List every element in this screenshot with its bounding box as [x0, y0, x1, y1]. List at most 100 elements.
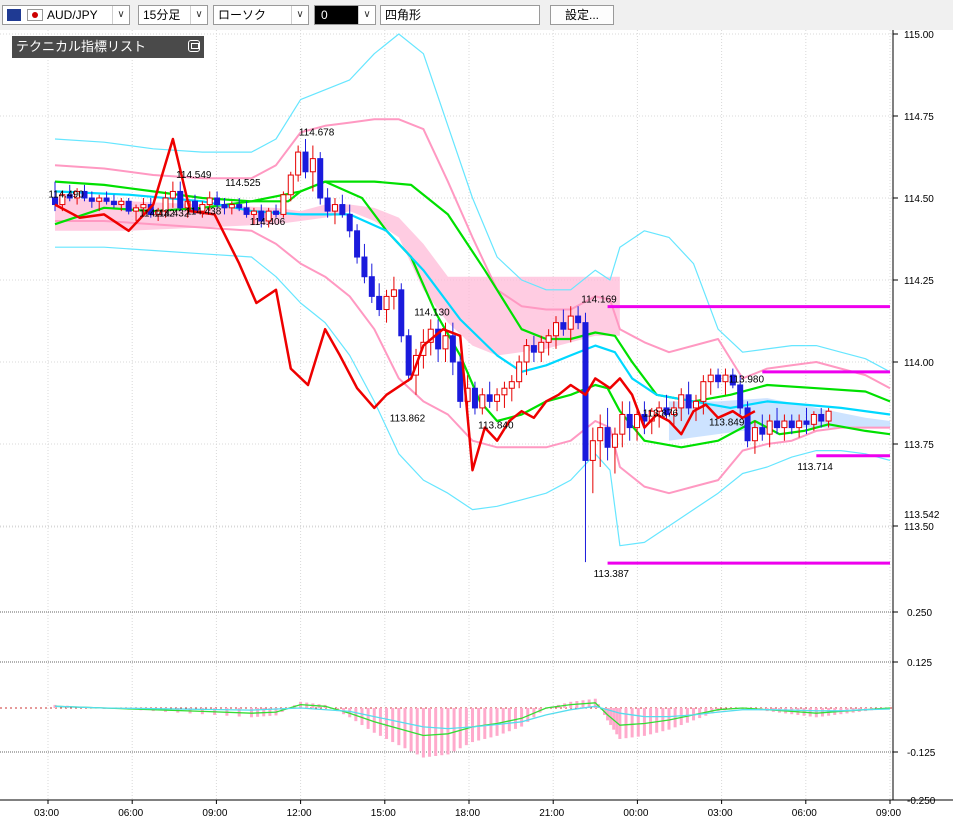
chart-style-select[interactable]: ローソク ∨ — [213, 5, 309, 25]
histogram-bar — [630, 708, 634, 738]
indicator-list-title: テクニカル指標リスト — [16, 39, 147, 54]
candle-body — [243, 207, 250, 215]
histogram-bar — [649, 708, 653, 735]
candle-body — [339, 204, 346, 215]
series-line-bb-inner-upper — [54, 118, 891, 390]
candle-body — [177, 190, 184, 209]
price-annotation: 114.525 — [225, 178, 261, 189]
x-tick-label: 15:00 — [371, 808, 396, 819]
candle-body — [346, 213, 353, 232]
histogram-bar — [366, 708, 370, 729]
candle-body — [825, 410, 832, 422]
drawing-shape-field[interactable]: 四角形 — [380, 5, 540, 25]
candle-body — [273, 210, 280, 215]
y-tick-label: -0.250 — [907, 796, 936, 807]
x-tick-label: 09:00 — [202, 808, 227, 819]
histogram-bar — [415, 708, 419, 755]
y-tick-label: 0.125 — [907, 658, 932, 669]
candle-body — [398, 289, 405, 337]
candle-body — [597, 427, 604, 442]
chart-canvas[interactable]: 114.678 114.549 114.525 114.490 114.432 114.4… — [0, 30, 953, 822]
currency-pair-select[interactable]: AUD/JPY ∨ — [2, 5, 130, 25]
x-tick-label: 21:00 — [539, 808, 564, 819]
settings-button[interactable]: 設定... — [550, 5, 614, 25]
last-price-label: 113.542 — [904, 510, 940, 521]
histogram-bar — [372, 708, 376, 733]
histogram-bar — [403, 708, 407, 749]
line-width-value: 0 — [321, 8, 328, 22]
y-tick-label: 114.00 — [904, 358, 934, 369]
candles — [52, 138, 832, 563]
candle-body — [700, 381, 707, 402]
price-annotation: 114.438 — [186, 206, 222, 217]
y-axis: 115.00 114.75 114.50 114.25 114.00 113.75 113.… — [893, 30, 940, 807]
candle-body — [368, 276, 375, 297]
candle-body — [88, 197, 95, 202]
x-tick-label: 06:00 — [792, 808, 817, 819]
candle-body — [309, 158, 316, 173]
candle-body — [317, 158, 324, 199]
price-annotation: 113.387 — [594, 569, 630, 580]
candle-body — [707, 374, 714, 383]
candle-body — [361, 256, 368, 278]
histogram-bar — [471, 708, 474, 743]
candle-body — [110, 200, 117, 206]
price-annotation: 113.714 — [797, 462, 833, 473]
candle-body — [228, 204, 235, 209]
candle-body — [766, 420, 773, 435]
candle-body — [405, 335, 412, 376]
histogram-bar — [440, 708, 444, 756]
timeframe-select[interactable]: 15分足 ∨ — [138, 5, 208, 25]
candle-body — [206, 197, 213, 206]
price-annotation: 113.980 — [729, 375, 765, 386]
chevron-down-icon: ∨ — [190, 6, 207, 24]
candle-body — [516, 361, 523, 383]
price-annotation: 114.678 — [299, 128, 335, 139]
price-annotation: 114.169 — [581, 295, 617, 306]
y-tick-label: 113.75 — [904, 440, 934, 451]
x-tick-label: 09:00 — [876, 808, 901, 819]
candle-body — [759, 427, 766, 435]
candle-body — [626, 413, 633, 429]
candle-body — [781, 420, 788, 429]
indicator-list-panel[interactable]: テクニカル指標リスト — [12, 36, 204, 58]
histogram-bar — [495, 708, 499, 736]
candle-body — [538, 341, 545, 353]
y-tick-label: 114.75 — [904, 112, 934, 123]
candle-body — [354, 230, 361, 258]
australia-flag-icon — [7, 9, 21, 21]
japan-flag-icon — [27, 9, 43, 21]
histogram-bar — [428, 708, 432, 757]
histogram-bar — [624, 708, 628, 739]
histogram-bar — [489, 708, 493, 738]
candle-body — [575, 315, 582, 324]
candle-body — [803, 420, 810, 425]
candle-body — [125, 200, 132, 212]
candle-body — [280, 194, 287, 215]
y-tick-label: 113.50 — [904, 522, 934, 533]
y-tick-label: 114.25 — [904, 276, 934, 287]
cloud-area — [55, 198, 620, 356]
candle-body — [324, 197, 331, 212]
line-width-select[interactable]: 0 ∨ — [314, 5, 376, 25]
histogram-bar — [391, 708, 395, 743]
candle-body — [250, 210, 257, 215]
candle-body — [287, 174, 294, 196]
histogram-bar — [679, 708, 683, 726]
candle-body — [722, 374, 729, 383]
y-tick-label: -0.125 — [907, 748, 936, 759]
candle-body — [376, 295, 383, 311]
histogram-bar — [452, 708, 456, 752]
price-annotation: 114.490 — [48, 189, 84, 200]
price-annotation: 113.862 — [390, 413, 426, 424]
candle-body — [508, 381, 515, 389]
histogram-bar — [483, 708, 487, 739]
restore-icon[interactable] — [188, 40, 200, 52]
price-annotation: 114.432 — [139, 208, 175, 219]
histogram-bar — [636, 708, 640, 737]
candle-body — [486, 394, 493, 402]
y-tick-label: 115.00 — [904, 30, 934, 41]
histogram-bar — [409, 708, 413, 752]
candle-body — [295, 151, 302, 176]
histogram-bar — [655, 708, 659, 733]
